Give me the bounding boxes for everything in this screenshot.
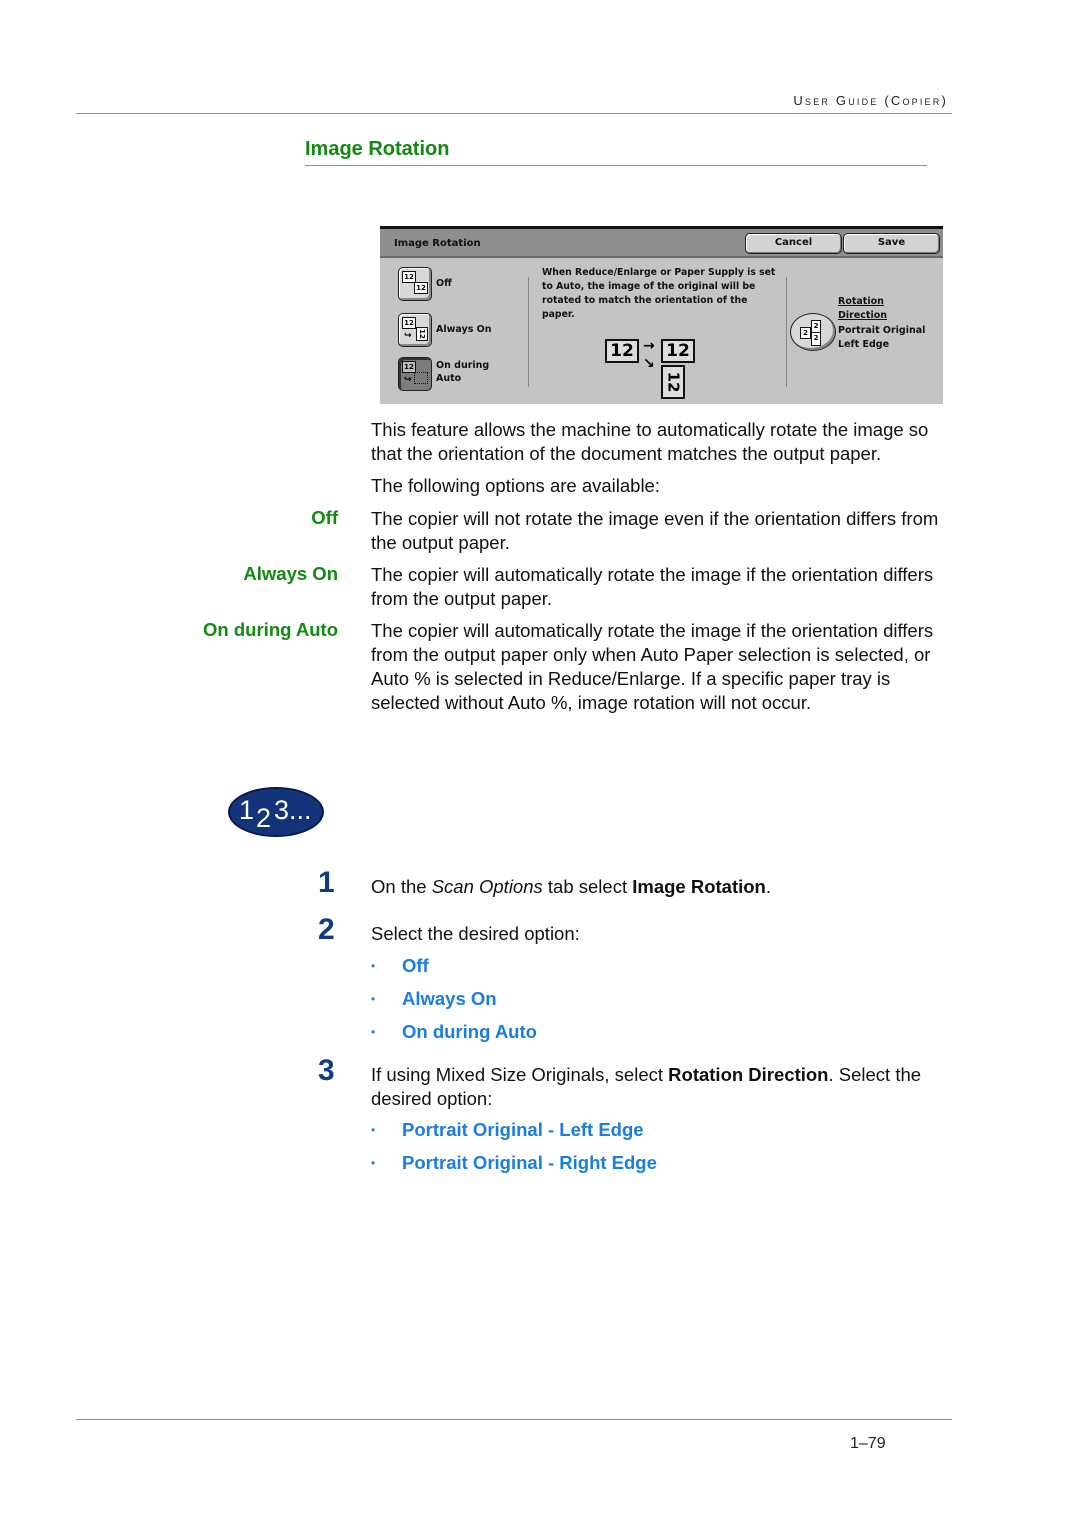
rotation-title-line-1: Rotation (838, 296, 884, 307)
step-3-pre: If using Mixed Size Originals, select (371, 1064, 669, 1085)
term-off: Off (311, 507, 338, 528)
option-on-during-auto-label: On during Auto (436, 359, 489, 385)
step-number-3: 3 (318, 1054, 335, 1087)
option-always-on-label: Always On (436, 324, 492, 335)
running-head: User Guide (Copier) (793, 93, 948, 108)
bullet-icon: • (371, 1156, 376, 1170)
rotation-diagram: 12 → 12 ↘ 12 (605, 337, 705, 399)
step-number-1: 1 (318, 866, 335, 899)
definition-always-on: The copier will automatically rotate the… (371, 564, 934, 609)
footer-rule (76, 1419, 952, 1420)
save-button[interactable]: Save (843, 233, 940, 254)
options-intro: The following options are available: (371, 475, 660, 496)
divider-right (786, 277, 787, 387)
bullet-on-during-auto: On during Auto (402, 1021, 537, 1042)
step-2-text: Select the desired option: (371, 923, 580, 944)
bullet-icon: • (371, 1123, 376, 1137)
bullet-portrait-right: Portrait Original - Right Edge (402, 1152, 657, 1173)
rotate-auto-icon[interactable]: 12 ↪ (398, 357, 432, 391)
option-off-label: Off (436, 278, 452, 289)
page-number: 1–79 (850, 1435, 886, 1452)
arrow-right-icon: → (643, 338, 655, 354)
bullet-icon: • (371, 959, 376, 973)
intro-paragraph: This feature allows the machine to autom… (371, 419, 929, 464)
badge-digit-3: 3... (274, 795, 312, 825)
image-rotation-screen: Image Rotation Cancel Save 12 12 Off 12 … (380, 226, 943, 404)
step-3-text: If using Mixed Size Originals, select Ro… (371, 1063, 956, 1111)
image-rotation-ref: Image Rotation (632, 876, 766, 897)
target-box: 12 (661, 339, 695, 363)
title-rule (305, 165, 927, 166)
arrow-down-right-icon: ↘ (643, 356, 655, 372)
option-off[interactable]: 12 12 Off (398, 267, 528, 305)
rotation-title-line-2: Direction (838, 310, 887, 321)
rotation-direction-icon[interactable]: 2 2 2 (790, 313, 836, 351)
divider-left (528, 277, 529, 387)
step-1-post: . (765, 876, 771, 897)
term-on-during-auto: On during Auto (203, 619, 338, 640)
option-on-during-auto[interactable]: 12 ↪ On during Auto (398, 357, 528, 395)
label-line-2: Auto (436, 373, 462, 384)
bullet-icon: • (371, 1025, 376, 1039)
option-always-on[interactable]: 12 12 ↪ Always On (398, 313, 528, 351)
term-always-on: Always On (243, 563, 338, 584)
step-1-text: On the Scan Options tab select Image Rot… (371, 875, 771, 899)
definition-on-during-auto: The copier will automatically rotate the… (371, 620, 934, 713)
step-1-pre: On the (371, 876, 432, 897)
screen-description: When Reduce/Enlarge or Paper Supply is s… (542, 267, 776, 320)
rotation-direction-ref: Rotation Direction (668, 1064, 829, 1085)
bullet-off: Off (402, 955, 429, 976)
rotation-value-line-1: Portrait Original (838, 325, 926, 336)
rotated-text: 12 (664, 371, 683, 393)
badge-digit-2: 2 (256, 803, 272, 833)
rotated-box: 12 (661, 365, 685, 399)
section-title: Image Rotation (305, 138, 450, 160)
rotation-direction-value: Portrait Original Left Edge (838, 324, 925, 352)
screen-header: Image Rotation Cancel Save (380, 229, 943, 258)
rotation-value-line-2: Left Edge (838, 339, 890, 350)
no-rotation-icon[interactable]: 12 12 (398, 267, 432, 301)
rotation-direction-button[interactable]: Rotation Direction (838, 295, 887, 323)
step-number-2: 2 (318, 913, 335, 946)
screen-title: Image Rotation (394, 238, 481, 249)
bullet-icon: • (371, 992, 376, 1006)
rotate-always-icon[interactable]: 12 12 ↪ (398, 313, 432, 347)
cancel-button[interactable]: Cancel (745, 233, 842, 254)
scan-options-ref: Scan Options (431, 876, 543, 897)
steps-badge-icon: 1 2 3... (228, 787, 324, 837)
definition-off: The copier will not rotate the image eve… (371, 508, 939, 553)
badge-digit-1: 1 (239, 795, 255, 825)
label-line-1: On during (436, 360, 490, 371)
header-rule (76, 113, 952, 114)
original-box: 12 (605, 339, 639, 363)
bullet-always-on: Always On (402, 988, 497, 1009)
step-1-mid: tab select (542, 876, 633, 897)
bullet-portrait-left: Portrait Original - Left Edge (402, 1119, 644, 1140)
